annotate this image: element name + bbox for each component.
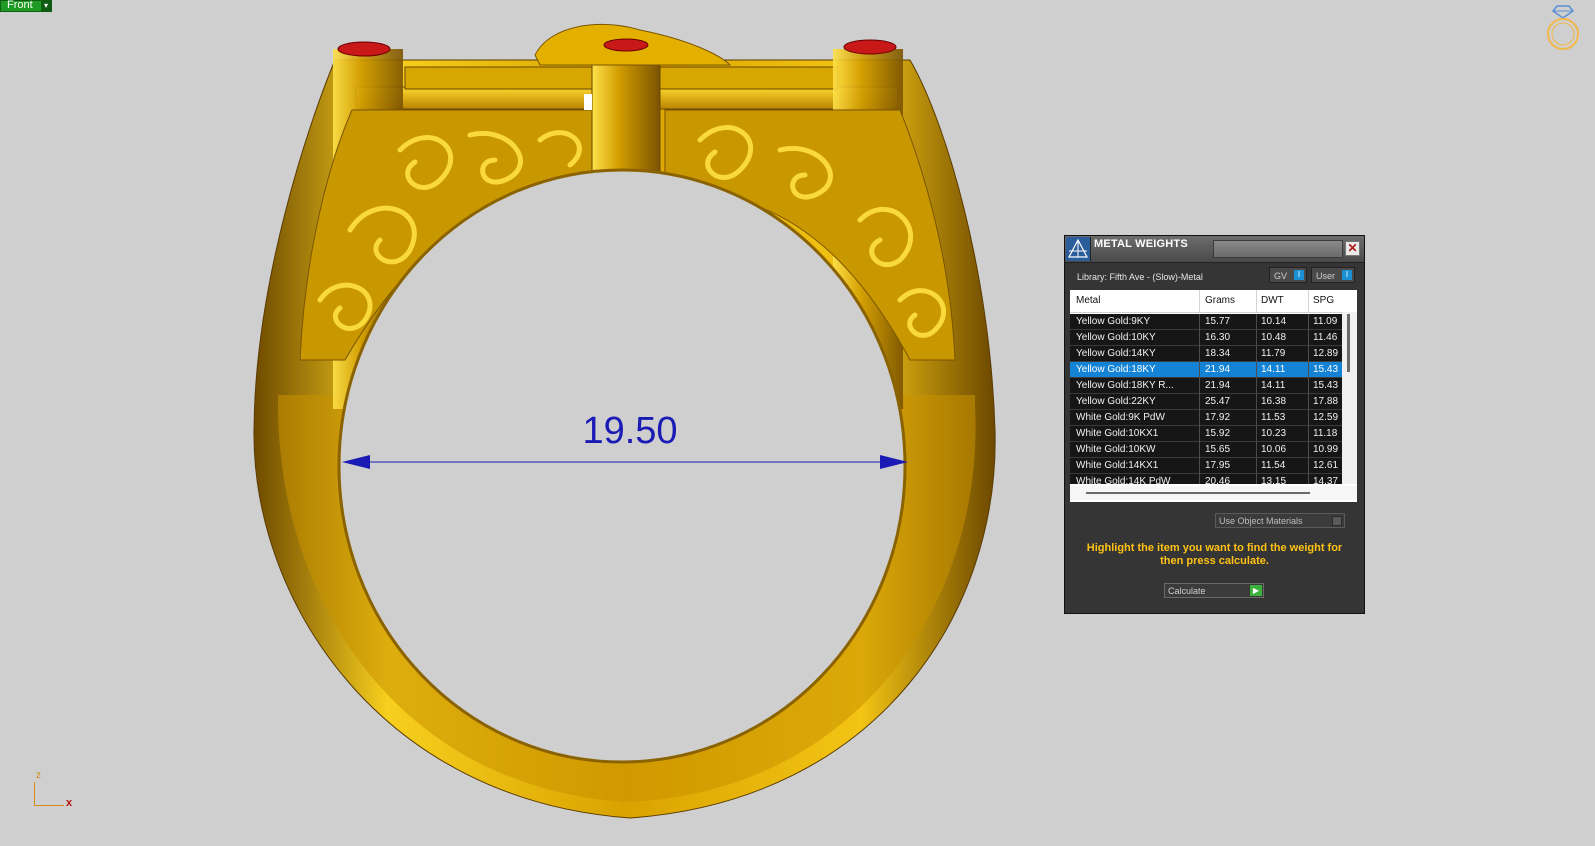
cell-metal: White Gold:14K PdW [1076,476,1171,484]
column-header-dwt[interactable]: DWT [1261,295,1284,306]
z-axis-line [34,782,35,806]
table-row[interactable]: White Gold:14KX1 17.95 11.54 12.61 [1070,458,1342,474]
cell-metal: Yellow Gold:10KY [1076,332,1156,343]
cell-metal: White Gold:9K PdW [1076,412,1165,423]
metal-table[interactable]: Metal Grams DWT SPG Yellow Gold:9KY 15.77… [1070,290,1357,502]
panel-title: METAL WEIGHTS [1094,238,1188,250]
horizontal-scrollbar[interactable] [1070,486,1357,500]
checkbox-icon[interactable] [1332,516,1342,526]
cell-dwt: 10.14 [1261,316,1287,327]
cell-metal: Yellow Gold:22KY [1076,396,1156,407]
ring-diamond-icon[interactable] [1543,4,1583,54]
cell-dwt: 10.23 [1261,428,1287,439]
column-header-grams[interactable]: Grams [1205,295,1235,306]
use-object-materials-label: Use Object Materials [1219,516,1303,526]
use-object-materials-checkbox[interactable]: Use Object Materials [1215,513,1345,528]
cell-spg: 12.59 [1313,412,1339,423]
cell-spg: 15.43 [1313,364,1339,375]
table-row[interactable]: White Gold:10KX1 15.92 10.23 11.18 [1070,426,1342,442]
cell-dwt: 13.15 [1261,476,1287,484]
table-row[interactable]: Yellow Gold:18KY R... 21.94 14.11 15.43 [1070,378,1342,394]
cell-dwt: 16.38 [1261,396,1287,407]
cell-spg: 11.18 [1313,428,1338,439]
gv-toggle-label: GV [1274,271,1288,281]
cell-grams: 15.65 [1205,444,1231,455]
table-row[interactable]: White Gold:10KW 15.65 10.06 10.99 [1070,442,1342,458]
table-row[interactable]: Yellow Gold:9KY 15.77 10.14 11.09 [1070,314,1342,330]
column-header-spg[interactable]: SPG [1313,295,1334,306]
vertical-scrollbar-thumb[interactable] [1347,314,1350,372]
cell-grams: 15.92 [1205,428,1231,439]
table-row[interactable]: Yellow Gold:14KY 18.34 11.79 12.89 [1070,346,1342,362]
cell-metal: Yellow Gold:14KY [1076,348,1156,359]
calculate-label: Calculate [1168,586,1206,596]
cell-spg: 12.61 [1313,460,1339,471]
calculate-button[interactable]: Calculate ▶ [1164,583,1264,598]
table-row[interactable]: Yellow Gold:10KY 16.30 10.48 11.46 [1070,330,1342,346]
title-bar-handle[interactable] [1213,240,1343,258]
gv-toggle[interactable]: GV I [1269,267,1307,283]
cell-dwt: 11.79 [1261,348,1286,359]
cell-metal: Yellow Gold:18KY [1076,364,1156,375]
vertical-scrollbar[interactable] [1342,312,1357,484]
cell-spg: 15.43 [1313,380,1339,391]
table-row[interactable]: White Gold:14K PdW 20.46 13.15 14.37 [1070,474,1342,484]
cell-dwt: 11.53 [1261,412,1286,423]
cell-grams: 21.94 [1205,364,1231,375]
user-toggle-label: User [1316,271,1336,281]
user-toggle[interactable]: User I [1311,267,1355,283]
horizontal-scrollbar-thumb[interactable] [1086,492,1310,494]
cell-spg: 17.88 [1313,396,1339,407]
cell-metal: White Gold:10KX1 [1076,428,1159,439]
cell-dwt: 11.54 [1261,460,1286,471]
cell-dwt: 10.48 [1261,332,1287,343]
cell-metal: White Gold:14KX1 [1076,460,1159,471]
cell-grams: 16.30 [1205,332,1231,343]
gv-toggle-indicator: I [1294,270,1304,280]
cell-spg: 10.99 [1313,444,1339,455]
cell-grams: 25.47 [1205,396,1231,407]
cell-grams: 17.92 [1205,412,1231,423]
user-toggle-indicator: I [1342,270,1352,280]
table-header: Metal Grams DWT SPG [1070,290,1342,313]
metal-weights-panel: METAL WEIGHTS ✕ Library: Fifth Ave - (Sl… [1064,235,1365,614]
cell-metal: Yellow Gold:9KY [1076,316,1151,327]
diameter-dimension-label: 19.50 [582,410,678,452]
cell-metal: White Gold:10KW [1076,444,1156,455]
cell-dwt: 14.11 [1261,380,1286,391]
column-header-metal[interactable]: Metal [1076,295,1100,306]
cell-grams: 15.77 [1205,316,1231,327]
instruction-text: Highlight the item you want to find the … [1086,542,1343,567]
table-body: Yellow Gold:9KY 15.77 10.14 11.09 Yellow Gol… [1070,314,1342,484]
z-axis-label: z [36,770,41,781]
cell-grams: 21.94 [1205,380,1231,391]
table-row[interactable]: Yellow Gold:18KY 21.94 14.11 15.43 [1070,362,1342,378]
cell-dwt: 10.06 [1261,444,1287,455]
cell-metal: Yellow Gold:18KY R... [1076,380,1174,391]
table-row[interactable]: Yellow Gold:22KY 25.47 16.38 17.88 [1070,394,1342,410]
cell-grams: 17.95 [1205,460,1231,471]
cell-spg: 12.89 [1313,348,1339,359]
cell-grams: 18.34 [1205,348,1231,359]
cell-spg: 14.37 [1313,476,1339,484]
library-label: Library: Fifth Ave - (Slow)-Metal [1077,272,1203,282]
cell-grams: 20.46 [1205,476,1231,484]
x-axis-line [34,805,64,806]
cell-spg: 11.46 [1313,332,1338,343]
cell-spg: 11.09 [1313,316,1338,327]
scale-icon [1066,237,1091,261]
play-arrow-icon: ▶ [1250,585,1262,596]
panel-header[interactable]: METAL WEIGHTS ✕ [1065,236,1364,263]
x-axis-label: x [66,797,73,809]
table-row[interactable]: White Gold:9K PdW 17.92 11.53 12.59 [1070,410,1342,426]
cell-dwt: 14.11 [1261,364,1286,375]
axis-indicator: z x [28,768,78,813]
close-icon[interactable]: ✕ [1345,241,1360,256]
